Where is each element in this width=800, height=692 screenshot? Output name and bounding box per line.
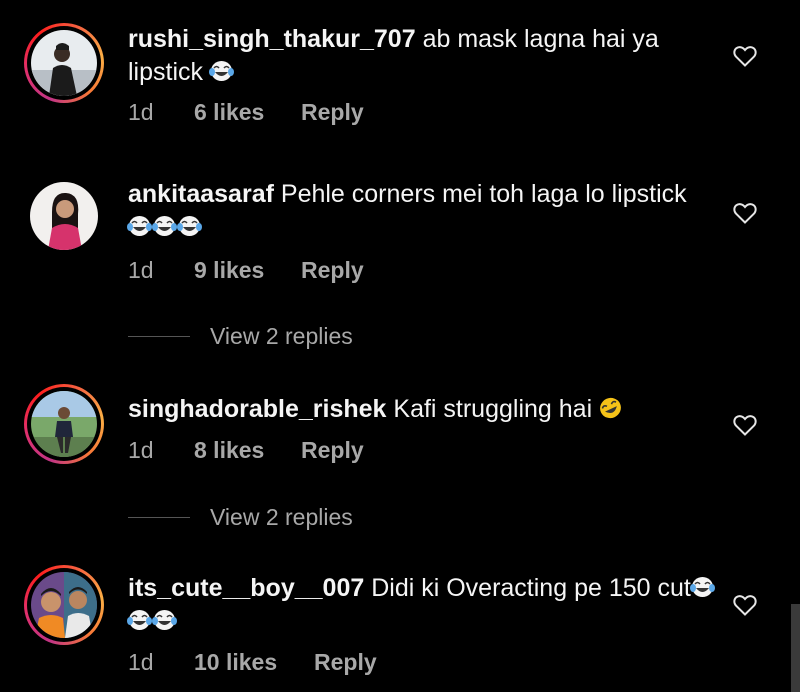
face-with-tears-of-joy-icon xyxy=(151,608,178,632)
view-replies-label[interactable]: View 2 replies xyxy=(210,502,353,532)
heart-icon[interactable] xyxy=(733,45,757,67)
reply-button[interactable]: Reply xyxy=(301,257,364,284)
comment-username[interactable]: ankitaasaraf xyxy=(128,180,274,208)
comment-body: Kafi struggling hai xyxy=(393,395,593,423)
comment-username[interactable]: its_cute__boy__007 xyxy=(128,574,364,602)
avatar[interactable] xyxy=(24,384,104,464)
comment-time: 1d xyxy=(128,649,154,675)
avatar-image xyxy=(30,182,98,250)
heart-icon[interactable] xyxy=(733,414,757,436)
comment-body: Pehle corners mei toh laga lo lipstick xyxy=(280,180,687,208)
face-with-tears-of-joy-icon xyxy=(126,608,153,632)
comment-time: 1d xyxy=(128,437,154,463)
view-replies-button[interactable]: View 2 replies xyxy=(128,321,428,351)
comment-likes[interactable]: 9 likes xyxy=(194,257,264,284)
avatar-image xyxy=(31,572,97,638)
reply-button[interactable]: Reply xyxy=(301,99,364,126)
comment-text: rushi_singh_thakur_707 ab mask lagna hai… xyxy=(128,23,718,89)
comment-body: Didi ki Overacting pe 150 cut xyxy=(371,574,691,602)
replies-divider xyxy=(128,517,190,518)
comment-text: singhadorable_rishek Kafi struggling hai xyxy=(128,393,718,426)
reply-button[interactable]: Reply xyxy=(301,437,364,464)
face-with-tears-of-joy-icon xyxy=(689,575,716,599)
view-replies-label[interactable]: View 2 replies xyxy=(210,321,353,351)
avatar-image xyxy=(31,30,97,96)
face-with-tears-of-joy-icon xyxy=(176,214,203,238)
scrollbar[interactable] xyxy=(791,604,800,692)
face-with-tears-of-joy-icon xyxy=(151,214,178,238)
face-with-tears-of-joy-icon xyxy=(208,59,235,83)
comment-likes[interactable]: 8 likes xyxy=(194,437,264,464)
comment-time: 1d xyxy=(128,257,154,283)
replies-divider xyxy=(128,336,190,337)
comment-username[interactable]: singhadorable_rishek xyxy=(128,395,386,423)
reply-button[interactable]: Reply xyxy=(314,649,377,676)
heart-icon[interactable] xyxy=(733,202,757,224)
avatar[interactable] xyxy=(24,565,104,645)
comment-text: its_cute__boy__007 Didi ki Overacting pe… xyxy=(126,572,718,638)
comment-likes[interactable]: 10 likes xyxy=(194,649,277,676)
comment-username[interactable]: rushi_singh_thakur_707 xyxy=(128,25,416,53)
avatar[interactable] xyxy=(24,23,104,103)
rolling-on-the-floor-laughing-icon xyxy=(597,396,624,420)
view-replies-button[interactable]: View 2 replies xyxy=(128,502,428,532)
comment-time: 1d xyxy=(128,99,154,125)
heart-icon[interactable] xyxy=(733,594,757,616)
comment-text: ankitaasaraf Pehle corners mei toh laga … xyxy=(126,178,718,244)
avatar-image xyxy=(31,391,97,457)
comment-likes[interactable]: 6 likes xyxy=(194,99,264,126)
avatar[interactable] xyxy=(24,176,104,256)
face-with-tears-of-joy-icon xyxy=(126,214,153,238)
